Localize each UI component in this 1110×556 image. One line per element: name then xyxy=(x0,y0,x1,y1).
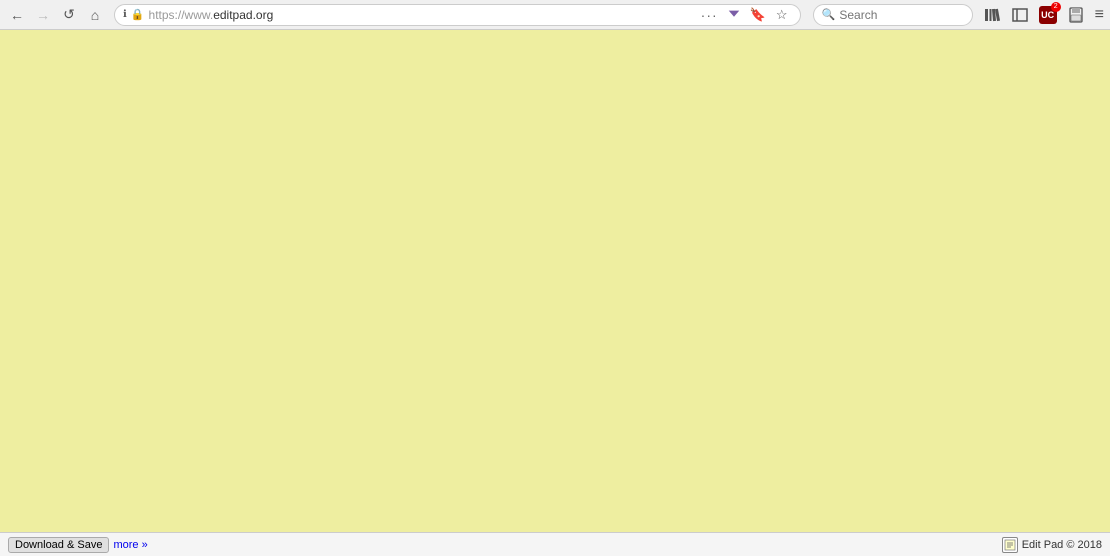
menu-button[interactable]: ≡ xyxy=(1095,6,1104,24)
address-more-button[interactable]: ··· xyxy=(699,7,720,23)
address-bar[interactable]: ℹ 🔒 https://www.editpad.org ··· 🔖 ☆ xyxy=(114,4,801,26)
download-save-button[interactable]: Download & Save xyxy=(8,537,109,553)
status-bar: Download & Save more » Edit Pad © 2018 xyxy=(0,532,1110,556)
library-button[interactable] xyxy=(981,4,1003,26)
search-input[interactable] xyxy=(839,8,963,22)
url-https-part: https://www. xyxy=(149,8,214,22)
back-icon: ← xyxy=(10,7,24,23)
page-content xyxy=(0,30,1110,532)
bookmark-button[interactable]: 🔖 xyxy=(748,5,768,25)
status-left: Download & Save more » xyxy=(8,537,148,553)
sidebar-button[interactable] xyxy=(1009,4,1031,26)
pocket-button[interactable] xyxy=(724,5,744,25)
editpad-icon-svg xyxy=(1004,539,1016,551)
lock-icon: 🔒 xyxy=(131,8,145,21)
forward-icon: → xyxy=(36,7,50,23)
home-icon: ⌂ xyxy=(91,7,99,23)
home-button[interactable]: ⌂ xyxy=(84,4,106,26)
url-domain-part: editpad.org xyxy=(213,8,273,22)
copyright-text: Edit Pad © 2018 xyxy=(1022,539,1102,551)
more-link[interactable]: more » xyxy=(113,539,147,551)
forward-button[interactable]: → xyxy=(32,4,54,26)
pocket-icon xyxy=(727,8,741,22)
back-button[interactable]: ← xyxy=(6,4,28,26)
url-display: https://www.editpad.org xyxy=(149,8,695,22)
star-button[interactable]: ☆ xyxy=(772,5,792,25)
uc-count-badge: 2 xyxy=(1051,2,1061,12)
info-icon: ℹ xyxy=(123,9,127,20)
search-bar[interactable]: 🔍 xyxy=(813,4,973,26)
status-right: Edit Pad © 2018 xyxy=(1002,537,1102,553)
save-icon xyxy=(1068,7,1084,23)
editpad-favicon xyxy=(1002,537,1018,553)
sidebar-icon xyxy=(1012,7,1028,23)
reload-button[interactable]: ↺ xyxy=(58,4,80,26)
reload-icon: ↺ xyxy=(63,6,75,23)
search-icon: 🔍 xyxy=(822,8,836,21)
library-icon xyxy=(984,7,1000,23)
browser-toolbar: ← → ↺ ⌂ ℹ 🔒 https://www.editpad.org ··· … xyxy=(0,0,1110,30)
uc-button[interactable]: UC 2 xyxy=(1037,4,1059,26)
save-page-button[interactable] xyxy=(1065,4,1087,26)
browser-right-icons: UC 2 ≡ xyxy=(981,4,1104,26)
